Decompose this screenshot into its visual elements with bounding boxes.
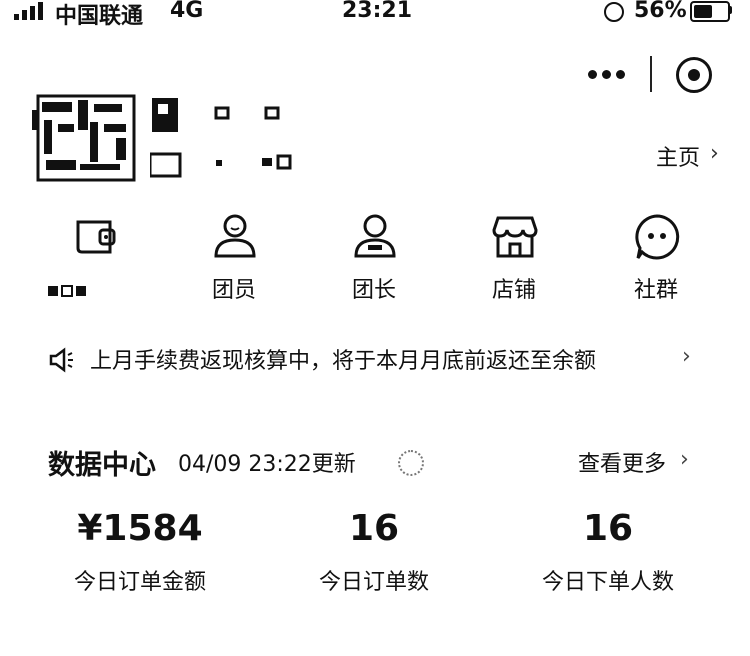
network-type: 4G [170,0,204,23]
nav-label: 社群 [633,278,678,303]
stat-order-amount-value: ¥1584 [77,508,203,549]
carrier-name: 中国联通 [55,4,144,29]
nav-item-wallet[interactable] [36,212,156,312]
stat-buyer-count-label: 今日下单人数 [541,570,674,595]
orientation-lock-icon [604,2,624,22]
battery-level [694,5,712,18]
section-title: 数据中心 [48,450,156,481]
speaker-icon [49,347,73,373]
chevron-right-icon: › [710,141,719,166]
stat-order-amount-label: 今日订单金额 [73,570,206,595]
battery-tip [729,6,732,14]
wallet-icon [76,220,116,254]
nav-item-leader[interactable]: 团长 [314,212,434,312]
status-time: 23:21 [342,0,413,23]
stat-order-count-value: 16 [348,508,400,549]
store-name-obscured [150,98,292,178]
home-link[interactable]: 主页 [656,140,700,172]
nav-item-members[interactable]: 团员 [174,212,294,312]
notice-text[interactable]: 上月手续费返现核算中，将于本月月底前返还至余额 [90,343,596,375]
battery-icon [690,1,730,22]
nav-item-community[interactable]: 社群 [596,212,716,312]
community-icon [635,214,680,260]
nav-label-obscured [48,285,86,297]
chevron-right-icon[interactable]: › [680,447,689,472]
battery-percent: 56% [634,0,687,23]
capsule-divider [650,56,652,92]
close-miniprogram-icon[interactable] [676,57,712,93]
more-options-icon[interactable] [588,70,625,79]
update-time: 04/09 23:22更新 [178,452,356,477]
leader-icon [354,214,396,258]
status-bar: 中国联通 4G 23:21 56% [0,0,750,29]
nav-label: 店铺 [491,278,536,303]
member-icon [214,214,256,258]
nav-item-store[interactable]: 店铺 [454,212,574,312]
signal-icon [14,2,43,20]
stat-buyer-count-value: 16 [582,508,634,549]
avatar [32,94,136,182]
nav-label: 团员 [211,278,256,303]
stat-order-count-label: 今日订单数 [318,570,429,595]
chevron-right-icon[interactable]: › [682,344,691,369]
refresh-icon[interactable] [398,450,424,476]
view-more-link[interactable]: 查看更多 [578,446,666,478]
store-icon [492,216,538,258]
nav-label: 团长 [351,278,396,303]
